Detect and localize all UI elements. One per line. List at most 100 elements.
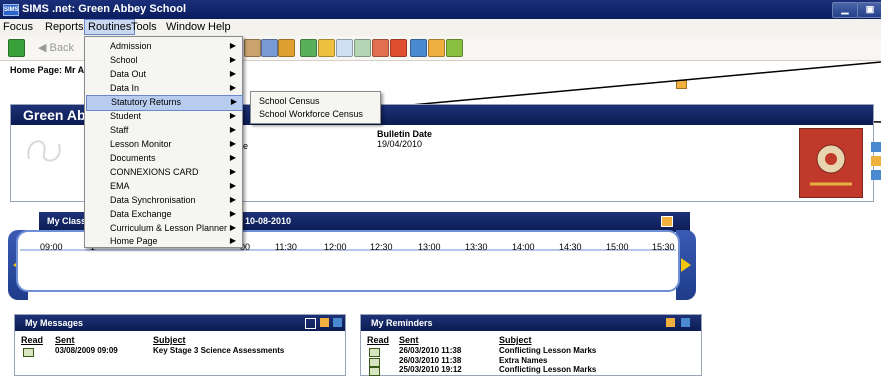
time-label: 14:30 bbox=[559, 242, 582, 252]
submenu-arrow-icon: ▶ bbox=[229, 153, 236, 162]
menu-item-data-out[interactable]: Data Out ▶ bbox=[86, 68, 241, 82]
menu-item-admission[interactable]: Admission ▶ bbox=[86, 40, 241, 54]
menu-item-label: Staff bbox=[110, 125, 129, 135]
menu-item-statutory-returns[interactable]: Statutory Returns ▶ bbox=[86, 95, 243, 111]
menu-item-label: Curriculum & Lesson Planner bbox=[110, 223, 228, 233]
menu-item-curriculum-lesson-planner[interactable]: Curriculum & Lesson Planner ▶ bbox=[86, 222, 241, 236]
col-read[interactable]: Read bbox=[21, 335, 43, 345]
submenu-arrow-icon: ▶ bbox=[229, 83, 236, 92]
menu-item-label: Data Synchronisation bbox=[110, 195, 196, 205]
reminder-sent: 25/03/2010 19:12 bbox=[399, 365, 462, 374]
reminder-subject: Extra Names bbox=[499, 356, 548, 365]
message-sent: 03/08/2009 09:09 bbox=[55, 346, 118, 355]
wrench-icon[interactable] bbox=[305, 318, 316, 329]
time-label: 14:00 bbox=[512, 242, 535, 252]
submenu-arrow-icon: ▶ bbox=[229, 69, 236, 78]
reminders-header: My Reminders bbox=[361, 315, 701, 331]
class-print-icon[interactable] bbox=[661, 216, 673, 227]
side-print-icon[interactable] bbox=[871, 156, 881, 166]
side-blue-icon[interactable] bbox=[871, 142, 881, 152]
menu-item-label: EMA bbox=[110, 181, 130, 191]
time-label: 11:30 bbox=[275, 242, 297, 252]
side-icons bbox=[868, 140, 881, 192]
menu-item-documents[interactable]: Documents ▶ bbox=[86, 152, 241, 166]
menu-item-label: Data Exchange bbox=[110, 209, 172, 219]
time-label: 09:00 bbox=[40, 242, 63, 252]
messages-panel: My Messages Read Sent Subject 03/08/2009… bbox=[14, 314, 346, 376]
class-panel-title: My Class bbox=[47, 216, 87, 226]
time-label: 15:00 bbox=[606, 242, 629, 252]
col-subject[interactable]: Subject bbox=[499, 335, 532, 345]
envelope-icon bbox=[369, 358, 380, 367]
submenu-arrow-icon: ▶ bbox=[229, 111, 236, 120]
bulletin-date-label: Bulletin Date bbox=[377, 129, 433, 139]
pointer-line-top bbox=[377, 61, 881, 109]
menu-item-school[interactable]: School ▶ bbox=[86, 54, 241, 68]
decorative-swirl-icon bbox=[27, 140, 61, 162]
submenu-arrow-icon: ▶ bbox=[229, 236, 236, 245]
time-label: 12:00 bbox=[324, 242, 347, 252]
routines-menu: Admission ▶ School ▶ Data Out ▶ Data In ▶ St… bbox=[84, 36, 243, 248]
time-label: 13:30 bbox=[465, 242, 488, 252]
messages-header: My Messages bbox=[15, 315, 345, 331]
submenu-arrow-icon: ▶ bbox=[229, 181, 236, 190]
submenu-item-school-census[interactable]: School Census bbox=[259, 96, 320, 106]
menu-item-label: Home Page bbox=[110, 236, 158, 246]
submenu-arrow-icon: ▶ bbox=[229, 209, 236, 218]
menu-item-staff[interactable]: Staff ▶ bbox=[86, 124, 241, 138]
submenu-arrow-icon: ▶ bbox=[229, 139, 236, 148]
menu-item-home-page[interactable]: Home Page ▶ bbox=[86, 235, 241, 249]
class-panel-date: r 10-08-2010 bbox=[239, 216, 292, 226]
menu-item-connexions-card[interactable]: CONNEXIONS CARD ▶ bbox=[86, 166, 241, 180]
col-subject[interactable]: Subject bbox=[153, 335, 186, 345]
menu-item-ema[interactable]: EMA ▶ bbox=[86, 180, 241, 194]
school-crest-icon bbox=[799, 128, 863, 198]
reminder-subject: Conflicting Lesson Marks bbox=[499, 365, 597, 374]
bulletin-date-value: 19/04/2010 bbox=[377, 139, 423, 149]
menu-item-label: CONNEXIONS CARD bbox=[110, 167, 199, 177]
menu-item-label: School bbox=[110, 55, 138, 65]
menu-item-label: Lesson Monitor bbox=[110, 139, 172, 149]
reminders-panel: My Reminders Read Sent Subject 26/03/201… bbox=[360, 314, 702, 376]
menu-item-label: Student bbox=[110, 111, 142, 121]
col-sent[interactable]: Sent bbox=[55, 335, 75, 345]
submenu-arrow-icon: ▶ bbox=[229, 195, 236, 204]
menu-item-label: Admission bbox=[110, 41, 152, 51]
menu-item-lesson-monitor[interactable]: Lesson Monitor ▶ bbox=[86, 138, 241, 152]
envelope-icon bbox=[369, 367, 380, 376]
reminder-sent: 26/03/2010 11:38 bbox=[399, 346, 462, 355]
messages-title: My Messages bbox=[25, 318, 84, 328]
submenu-arrow-icon: ▶ bbox=[229, 41, 236, 50]
reminder-sent: 26/03/2010 11:38 bbox=[399, 356, 462, 365]
messages-link-icon[interactable] bbox=[333, 318, 342, 327]
submenu-arrow-icon: ▶ bbox=[229, 55, 236, 64]
menu-item-label: Data Out bbox=[110, 69, 147, 79]
menu-item-label: Documents bbox=[110, 153, 156, 163]
time-label: 12:30 bbox=[370, 242, 393, 252]
messages-print-icon[interactable] bbox=[320, 318, 329, 327]
col-sent[interactable]: Sent bbox=[399, 335, 419, 345]
side-link-icon[interactable] bbox=[871, 170, 881, 180]
reminders-print-icon[interactable] bbox=[666, 318, 675, 327]
menu-item-data-in[interactable]: Data In ▶ bbox=[86, 82, 241, 96]
menu-item-data-synchronisation[interactable]: Data Synchronisation ▶ bbox=[86, 194, 241, 208]
time-label: 15:30 bbox=[652, 242, 675, 252]
submenu-arrow-icon: ▶ bbox=[229, 125, 236, 134]
menu-item-label: Data In bbox=[110, 83, 140, 93]
submenu-item-school-workforce-census[interactable]: School Workforce Census bbox=[259, 109, 363, 119]
reminders-link-icon[interactable] bbox=[681, 318, 690, 327]
menu-item-student[interactable]: Student ▶ bbox=[86, 110, 241, 124]
submenu-arrow-icon: ▶ bbox=[229, 167, 236, 176]
submenu-arrow-icon: ▶ bbox=[230, 97, 237, 106]
time-label: 13:00 bbox=[418, 242, 441, 252]
message-subject: Key Stage 3 Science Assessments bbox=[153, 346, 285, 355]
envelope-icon bbox=[23, 348, 34, 357]
submenu-arrow-icon: ▶ bbox=[229, 223, 236, 232]
statutory-returns-submenu: School Census School Workforce Census bbox=[250, 91, 381, 124]
reminder-subject: Conflicting Lesson Marks bbox=[499, 346, 597, 355]
menu-item-label: Statutory Returns bbox=[111, 97, 182, 107]
envelope-icon bbox=[369, 348, 380, 357]
reminders-title: My Reminders bbox=[371, 318, 433, 328]
col-read[interactable]: Read bbox=[367, 335, 389, 345]
menu-item-data-exchange[interactable]: Data Exchange ▶ bbox=[86, 208, 241, 222]
